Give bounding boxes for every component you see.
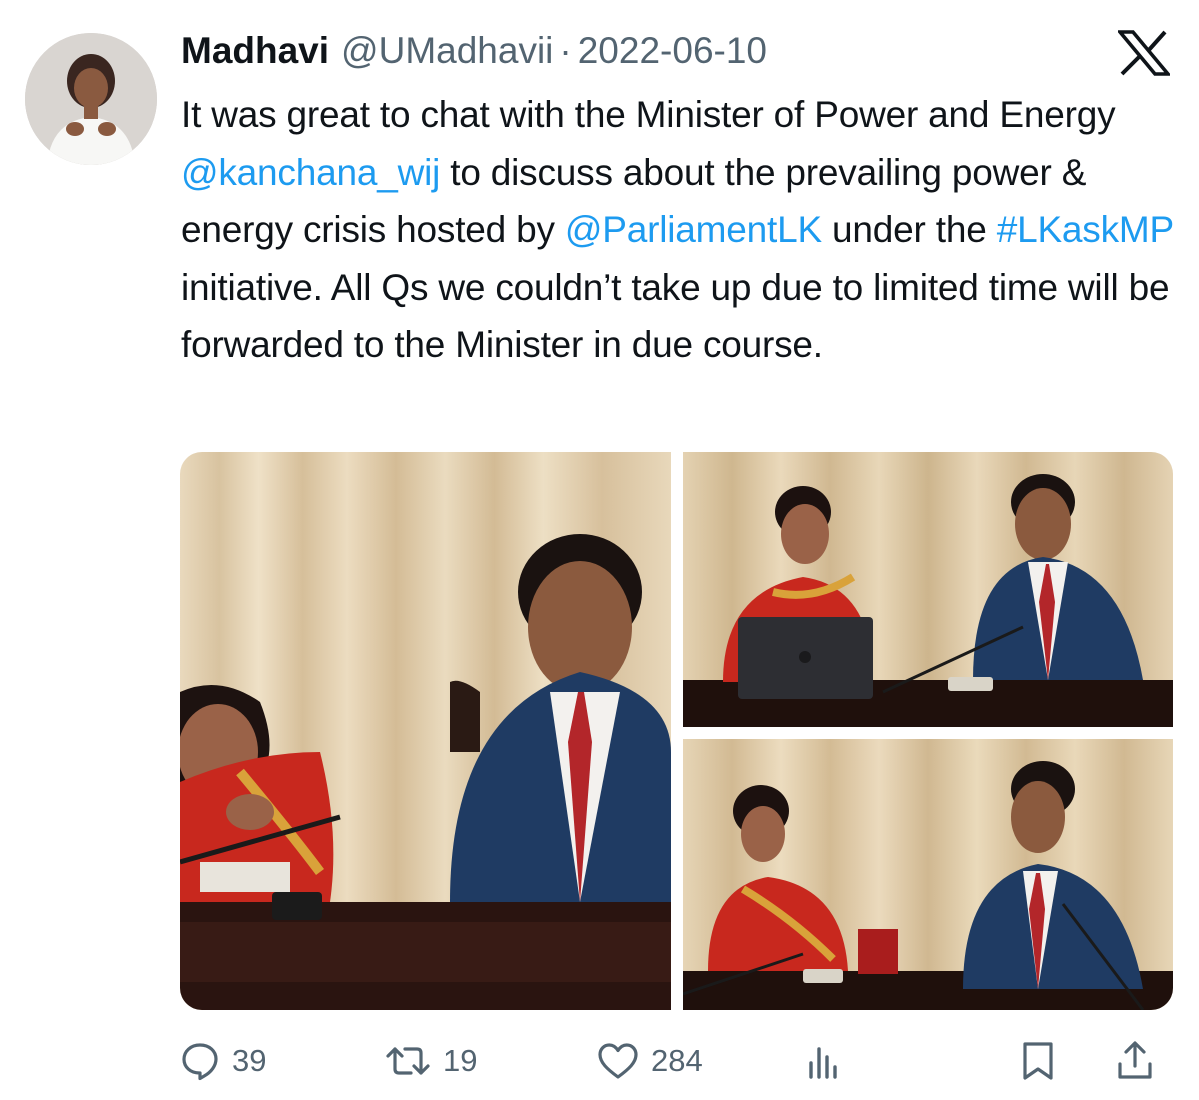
hashtag-link[interactable]: #LKaskMP [997,209,1174,250]
mention-link[interactable]: @kanchana_wij [181,152,440,193]
repost-icon [386,1047,430,1075]
tweet-date[interactable]: 2022-06-10 [578,30,767,72]
tweet-header: Madhavi @UMadhavii · 2022-06-10 [181,30,767,78]
photo-3[interactable] [683,739,1173,1010]
reply-count: 39 [232,1043,267,1078]
tweet-text: It was great to chat with the Minister o… [181,86,1186,374]
photo-1[interactable] [180,452,671,1010]
reply-icon [182,1043,218,1081]
tweet-text-segment: under the [821,209,997,250]
author-avatar[interactable] [25,33,157,165]
reply-button[interactable]: 39 [180,1030,266,1092]
mention-link[interactable]: @ParliamentLK [565,209,822,250]
tweet-action-bar: 39 19 284 [180,1030,1173,1092]
separator-dot: · [559,30,572,71]
share-button[interactable] [1115,1030,1155,1092]
like-count: 284 [651,1043,703,1078]
share-icon [1118,1041,1152,1079]
author-handle[interactable]: @UMadhavii [341,30,553,72]
heart-icon [598,1043,638,1079]
tweet-text-segment: It was great to chat with the Minister o… [181,94,1116,135]
repost-button[interactable]: 19 [385,1030,477,1092]
views-icon [809,1047,837,1079]
x-logo-icon[interactable] [1116,30,1172,76]
photo-2[interactable] [683,452,1173,727]
author-name[interactable]: Madhavi [181,30,329,72]
media-grid [180,452,1173,1010]
tweet-text-segment: initiative. All Qs we couldn’t take up d… [181,266,1170,366]
bookmark-button[interactable] [1018,1030,1058,1092]
bookmark-icon [1023,1042,1053,1080]
avatar-photo [25,33,157,165]
views-button[interactable] [805,1030,845,1092]
repost-count: 19 [443,1043,478,1078]
like-button[interactable]: 284 [597,1030,703,1092]
